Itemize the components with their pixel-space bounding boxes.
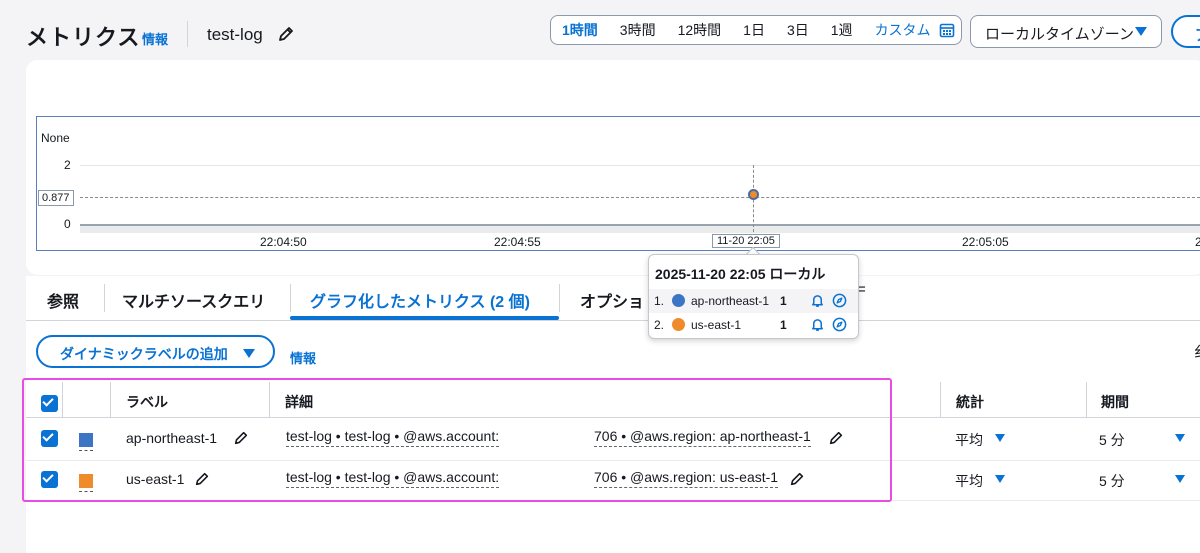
column-divider <box>940 382 941 418</box>
tab-graphed-metrics[interactable]: グラフ化したメトリクス (2 個) <box>310 288 530 312</box>
series-dot <box>672 318 685 331</box>
row-statistic[interactable]: 平均 <box>955 471 983 491</box>
tab-divider <box>104 284 105 312</box>
column-divider <box>1086 382 1087 418</box>
x-tick: 22:04:50 <box>260 235 307 249</box>
compass-icon[interactable] <box>832 317 847 332</box>
tab-browse[interactable]: 参照 <box>47 288 79 312</box>
datapoint-tooltip: 2025-11-20 22:05 ローカル 1. ap-northeast-1 … <box>648 254 859 339</box>
info-link[interactable]: 情報 <box>142 29 168 48</box>
highlight-annotation <box>22 378 892 502</box>
x-value-readout: 11-20 22:05 <box>712 234 780 248</box>
data-point[interactable] <box>748 189 759 200</box>
tab-divider <box>290 284 291 312</box>
tab-options[interactable]: オプショ <box>580 288 644 312</box>
x-tick: 22:05:05 <box>962 235 1009 249</box>
tooltip-row: 1. ap-northeast-1 1 <box>649 289 858 313</box>
compass-icon[interactable] <box>832 293 847 308</box>
y-tick: 0 <box>64 217 71 231</box>
bell-icon[interactable] <box>810 317 825 332</box>
tooltip-series-value: 1 <box>780 318 787 332</box>
x-tick: 2 <box>1195 235 1200 249</box>
row-period[interactable]: 5 分 <box>1099 430 1125 450</box>
range-1w[interactable]: 1週 <box>820 20 864 40</box>
range-1h[interactable]: 1時間 <box>551 20 609 40</box>
info-link[interactable]: 情報 <box>290 348 316 367</box>
y-tick: 2 <box>64 158 71 172</box>
page-title: メトリクス <box>26 25 141 50</box>
metric-name: test-log <box>207 25 263 44</box>
caret-down-icon <box>1135 27 1147 36</box>
timezone-label: ローカルタイムゾーン <box>985 26 1134 43</box>
tooltip-row: 2. us-east-1 1 <box>649 313 858 337</box>
tooltip-series-value: 1 <box>780 294 787 308</box>
column-header-period: 期間 <box>1101 394 1129 410</box>
actions-button-label: ア <box>1195 24 1200 45</box>
row-period[interactable]: 5 分 <box>1099 471 1125 491</box>
time-range-selector: 1時間 3時間 12時間 1日 3日 1週 カスタム <box>550 15 962 45</box>
tooltip-series-name: us-east-1 <box>691 318 742 332</box>
y-axis-unit: None <box>41 131 70 145</box>
tooltip-title: 2025-11-20 22:05 ローカル <box>655 266 826 282</box>
caret-down-icon[interactable] <box>1175 475 1185 483</box>
calendar-icon[interactable] <box>939 22 955 38</box>
actions-button[interactable]: ア <box>1171 15 1200 48</box>
range-3h[interactable]: 3時間 <box>609 20 667 40</box>
tooltip-row-number: 2. <box>654 318 665 332</box>
gridline <box>80 165 1200 166</box>
tab-multi-source-query[interactable]: マルチソースクエリ <box>122 288 265 312</box>
add-dynamic-label-button[interactable]: ダイナミックラベルの追加 <box>36 335 275 368</box>
header-divider <box>187 21 188 47</box>
column-header-statistic: 統計 <box>956 394 984 410</box>
toolbar-partial-label: 纟 <box>1194 341 1200 362</box>
range-1d[interactable]: 1日 <box>732 20 776 40</box>
pencil-icon[interactable] <box>277 25 295 43</box>
y-value-readout: 0.877 <box>38 190 74 206</box>
range-3d[interactable]: 3日 <box>776 20 820 40</box>
caret-down-icon[interactable] <box>995 434 1005 442</box>
caret-down-icon[interactable] <box>995 475 1005 483</box>
crosshair-vertical <box>753 165 754 237</box>
bell-icon[interactable] <box>810 293 825 308</box>
caret-down-icon[interactable] <box>1175 434 1185 442</box>
timezone-select[interactable]: ローカルタイムゾーン <box>970 15 1162 48</box>
x-tick: 22:04:55 <box>494 235 541 249</box>
tooltip-series-name: ap-northeast-1 <box>691 294 770 308</box>
add-dynamic-label-text: ダイナミックラベルの追加 <box>60 346 228 362</box>
series-dot <box>672 294 685 307</box>
range-custom[interactable]: カスタム <box>864 20 937 40</box>
crosshair-horizontal <box>80 197 1200 198</box>
x-axis-band <box>80 226 1200 233</box>
tab-divider <box>559 284 560 312</box>
row-statistic[interactable]: 平均 <box>955 430 983 450</box>
range-12h[interactable]: 12時間 <box>667 20 733 40</box>
caret-down-icon <box>243 349 255 358</box>
tooltip-row-number: 1. <box>654 294 665 308</box>
